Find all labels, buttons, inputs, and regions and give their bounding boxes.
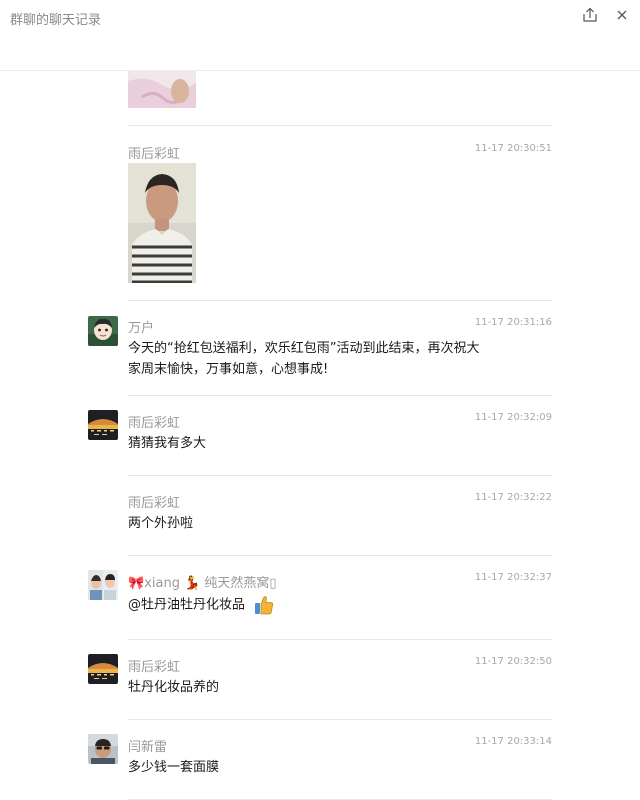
message-divider — [128, 395, 552, 396]
chat-history-list[interactable]: 雨后彩虹 11-17 20:30:51 万户 11-17 20:31:16 今天… — [0, 71, 640, 800]
message-text: 猜猜我有多大 — [128, 436, 207, 451]
sender-name: 🎀xiang 💃 纯天然燕窝▯ — [128, 572, 277, 591]
photo-message[interactable] — [128, 71, 196, 108]
avatar[interactable] — [88, 654, 118, 684]
message-text: 两个外孙啦 — [128, 516, 194, 531]
avatar[interactable] — [88, 316, 118, 346]
message-text-content: @牡丹油牡丹化妆品 — [128, 597, 246, 613]
message-time: 11-17 20:31:16 — [474, 317, 552, 328]
sender-name: 闫新雷 — [128, 740, 168, 755]
bow-emoji: 🎀 — [128, 576, 145, 591]
message-text-line: 家周末愉快，万事如意，心想事成! — [128, 362, 329, 377]
avatar[interactable] — [88, 410, 118, 440]
sender-name: 雨后彩虹 — [128, 660, 181, 675]
message-text: 牡丹化妆品养的 — [128, 680, 220, 695]
thumbs-up-icon — [253, 594, 275, 616]
message-text-line: 今天的“抢红包送福利，欢乐红包雨”活动到此结束，再次祝大 — [128, 341, 480, 356]
message-divider — [128, 300, 552, 301]
message-divider — [128, 125, 552, 126]
share-icon[interactable] — [580, 6, 600, 24]
message-divider — [128, 555, 552, 556]
avatar[interactable] — [88, 570, 118, 600]
sender-name: 雨后彩虹 — [128, 496, 181, 511]
message-divider — [128, 719, 552, 720]
message-time: 11-17 20:32:09 — [474, 412, 552, 423]
title-bar: 群聊的聊天记录 — [0, 0, 640, 71]
photo-message[interactable] — [128, 163, 196, 283]
sender-name-text: xiang — [144, 576, 180, 591]
sender-name-suffix: 纯天然燕窝▯ — [204, 576, 277, 591]
window-title: 群聊的聊天记录 — [10, 13, 102, 28]
message-text: 今天的“抢红包送福利，欢乐红包雨”活动到此结束，再次祝大 家周末愉快，万事如意，… — [128, 338, 538, 380]
sender-name: 雨后彩虹 — [128, 416, 181, 431]
sender-name: 雨后彩虹 — [128, 147, 181, 162]
close-icon[interactable] — [613, 6, 633, 24]
avatar[interactable] — [88, 734, 118, 764]
message-time: 11-17 20:32:37 — [474, 572, 552, 583]
message-time: 11-17 20:32:50 — [474, 656, 552, 667]
dancer-emoji: 💃 — [184, 576, 201, 591]
message-time: 11-17 20:30:51 — [474, 143, 552, 154]
message-time: 11-17 20:32:22 — [474, 492, 552, 503]
message-time: 11-17 20:33:14 — [474, 736, 552, 747]
sender-name: 万户 — [128, 321, 155, 336]
message-text: 多少钱一套面膜 — [128, 760, 220, 775]
message-divider — [128, 475, 552, 476]
message-divider — [128, 639, 552, 640]
message-text: @牡丹油牡丹化妆品 — [128, 594, 538, 616]
